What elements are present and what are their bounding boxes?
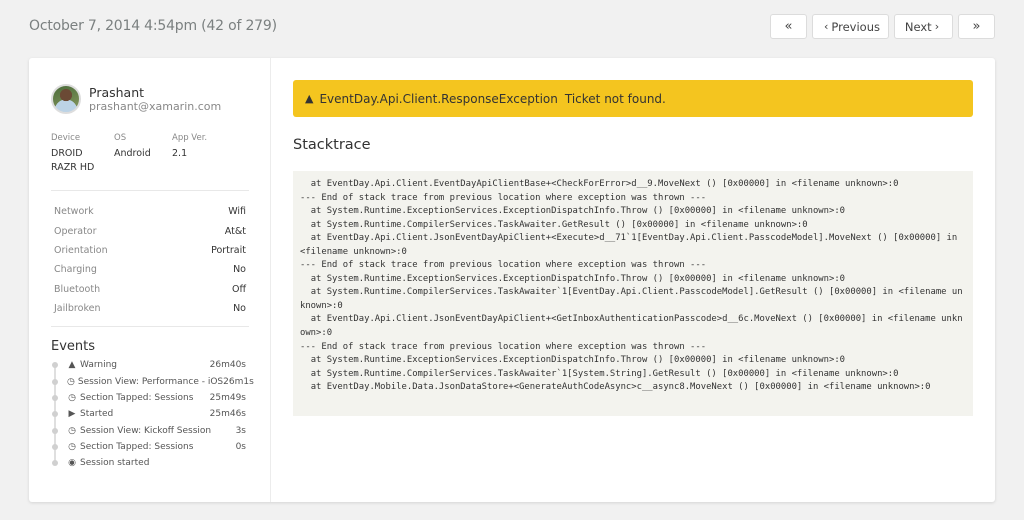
timeline-dot [52, 460, 58, 467]
timeline-dot [52, 362, 58, 369]
property-value: At&t [224, 225, 246, 237]
page-title: October 7, 2014 4:54pm (42 of 279) [29, 18, 277, 34]
property-row: Operator At&t [51, 221, 249, 240]
property-row: Network Wifi [51, 202, 249, 221]
property-value: No [233, 264, 246, 276]
device-meta: Device DROID RAZR HD OS Android App Ver.… [51, 132, 249, 175]
event-time: 0s [235, 441, 246, 452]
timeline-dot [52, 443, 58, 450]
property-value: No [233, 303, 246, 315]
event-label: Section Tapped: Sessions [80, 393, 194, 404]
meta-label: Device [51, 133, 81, 143]
property-row: Bluetooth Off [51, 280, 249, 299]
next-label: Next [904, 19, 932, 34]
chevron-right-icon: › [934, 20, 940, 33]
property-key: Operator [54, 225, 97, 237]
meta-value: 2.1 [172, 148, 188, 159]
play-circle-icon: ◉ [68, 458, 76, 469]
event-item: ◷ Session View: Kickoff Session 3s [51, 423, 249, 439]
property-key: Orientation [54, 244, 108, 256]
main-panel: ▲ EventDay.Api.Client.ResponseException … [271, 58, 995, 502]
play-icon: ▶ [68, 409, 76, 420]
chevron-left-icon: ‹ [823, 20, 829, 33]
avatar [51, 84, 81, 114]
event-time: 26m40s [209, 360, 246, 371]
event-label: Started [80, 409, 114, 420]
event-label: Session View: Kickoff Session [80, 425, 212, 436]
property-row: Jailbroken No [51, 299, 249, 318]
property-key: Bluetooth [54, 283, 101, 295]
crash-detail-card: Prashant prashant@xamarin.com Device DRO… [29, 58, 995, 502]
property-value: Off [231, 283, 246, 295]
events-title: Events [51, 339, 96, 355]
event-time: 26m1s [223, 376, 254, 387]
stacktrace-title: Stacktrace [293, 137, 371, 153]
meta-value: DROID RAZR HD [51, 148, 95, 173]
events-timeline: ▲ Warning 26m40s ◷ Session View: Performanc… [51, 357, 254, 471]
property-row: Orientation Portrait [51, 241, 249, 260]
timeline-dot [52, 395, 58, 402]
previous-button[interactable]: ‹ Previous [812, 14, 889, 39]
event-item: ◷ Section Tapped: Sessions 0s [51, 439, 249, 455]
event-item: ▶ Started 25m46s [51, 406, 249, 422]
clock-icon: ◷ [68, 425, 76, 436]
sidebar: Prashant prashant@xamarin.com Device DRO… [29, 58, 271, 502]
event-label: Warning [80, 360, 118, 371]
event-time: 25m46s [209, 409, 246, 420]
event-item: ◷ Session View: Performance - iOS 26m1s [51, 374, 254, 390]
meta-value: Android [114, 148, 151, 159]
property-key: Charging [54, 264, 97, 276]
event-item: ◷ Section Tapped: Sessions 25m49s [51, 390, 249, 406]
meta-os: OS Android [114, 132, 172, 175]
warning-icon: ▲ [305, 92, 314, 105]
timeline-dot [52, 378, 58, 385]
meta-app-version: App Ver. 2.1 [172, 132, 207, 175]
property-key: Jailbroken [54, 303, 101, 315]
first-page-button[interactable]: « [770, 14, 807, 39]
user-name: Prashant [89, 85, 145, 100]
timeline-dot [52, 411, 58, 418]
double-chevron-right-icon: » [972, 19, 981, 34]
property-key: Network [54, 206, 94, 218]
meta-label: App Ver. [172, 133, 208, 143]
clock-icon: ◷ [67, 376, 75, 387]
warning-icon: ▲ [68, 360, 76, 371]
user-info: Prashant prashant@xamarin.com [51, 82, 249, 116]
property-value: Wifi [228, 206, 246, 218]
event-time: 25m49s [209, 393, 246, 404]
event-label: Session started [80, 458, 150, 469]
event-label: Session View: Performance - iOS [77, 376, 224, 387]
last-page-button[interactable]: » [958, 14, 995, 39]
pager: « ‹ Previous Next › » [770, 14, 995, 39]
event-item: ◉ Session started [51, 455, 249, 471]
timeline-dot [52, 427, 58, 434]
device-properties: Network Wifi Operator At&t Orientation Port… [51, 202, 249, 318]
property-row: Charging No [51, 260, 249, 279]
next-button[interactable]: Next › [894, 14, 953, 39]
clock-icon: ◷ [68, 441, 76, 452]
double-chevron-left-icon: « [784, 19, 793, 34]
clock-icon: ◷ [68, 393, 76, 404]
previous-label: Previous [831, 19, 880, 34]
stacktrace-block: at EventDay.Api.Client.EventDayApiClient… [293, 171, 973, 416]
exception-message: Ticket not found. [564, 91, 666, 106]
divider [51, 190, 249, 191]
meta-device: Device DROID RAZR HD [51, 132, 114, 175]
meta-label: OS [114, 133, 127, 143]
property-value: Portrait [211, 244, 246, 256]
event-time: 3s [235, 425, 246, 436]
exception-type: EventDay.Api.Client.ResponseException [319, 91, 558, 106]
event-item: ▲ Warning 26m40s [51, 357, 249, 373]
user-email: prashant@xamarin.com [89, 100, 222, 113]
event-label: Section Tapped: Sessions [80, 441, 194, 452]
divider [51, 326, 249, 328]
exception-alert: ▲ EventDay.Api.Client.ResponseException … [293, 80, 973, 117]
